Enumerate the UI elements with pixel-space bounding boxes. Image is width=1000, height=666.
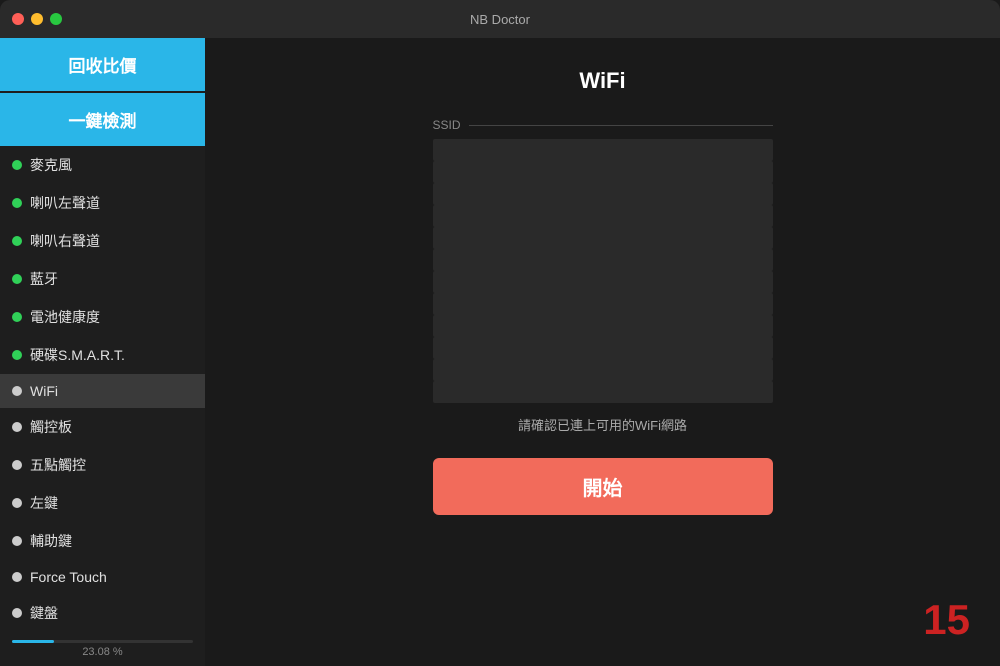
minimize-button[interactable] [31, 13, 43, 25]
status-dot [12, 236, 22, 246]
content-area: WiFi SSID 請確認已連上可用的WiFi網路 開始 15 [205, 38, 1000, 666]
recycle-price-button[interactable]: 回收比價 [0, 38, 205, 91]
sidebar-item-multitouch[interactable]: 五點觸控 [0, 446, 205, 484]
sidebar-item-label: 鍵盤 [30, 603, 58, 623]
sidebar-item-label: 喇叭左聲道 [30, 193, 100, 213]
sidebar-item-label: 麥克風 [30, 155, 72, 175]
sidebar-item-label: Force Touch [30, 569, 107, 585]
status-dot [12, 198, 22, 208]
sidebar-item-bluetooth[interactable]: 藍牙 [0, 260, 205, 298]
sidebar-item-label: 硬碟S.M.A.R.T. [30, 345, 125, 365]
wifi-rows [433, 139, 773, 403]
wifi-data-row [433, 161, 773, 183]
status-dot [12, 498, 22, 508]
page-title: WiFi [579, 68, 625, 94]
start-button[interactable]: 開始 [433, 458, 773, 515]
sidebar-item-label: 觸控板 [30, 417, 72, 437]
wifi-data-row [433, 381, 773, 403]
sidebar-item-label: 左鍵 [30, 493, 58, 513]
main-layout: 回收比價 一鍵檢測 麥克風喇叭左聲道喇叭右聲道藍牙電池健康度硬碟S.M.A.R.… [0, 38, 1000, 666]
sidebar-item-touchpad[interactable]: 觸控板 [0, 408, 205, 446]
wifi-table: SSID [433, 118, 773, 403]
status-dot [12, 386, 22, 396]
sidebar-item-speaker-left[interactable]: 喇叭左聲道 [0, 184, 205, 222]
wifi-data-row [433, 249, 773, 271]
sidebar: 回收比價 一鍵檢測 麥克風喇叭左聲道喇叭右聲道藍牙電池健康度硬碟S.M.A.R.… [0, 38, 205, 666]
status-dot [12, 350, 22, 360]
progress-bar-fill [12, 640, 54, 643]
ssid-row: SSID [433, 118, 773, 132]
wifi-data-row [433, 337, 773, 359]
wifi-data-row [433, 205, 773, 227]
progress-area: 23.08 % [0, 634, 205, 666]
sidebar-item-battery[interactable]: 電池健康度 [0, 298, 205, 336]
sidebar-item-assistkey[interactable]: 輔助鍵 [0, 522, 205, 560]
sidebar-item-label: 輔助鍵 [30, 531, 72, 551]
wifi-data-row [433, 227, 773, 249]
sidebar-item-label: 電池健康度 [30, 307, 100, 327]
maximize-button[interactable] [50, 13, 62, 25]
status-dot [12, 572, 22, 582]
status-dot [12, 422, 22, 432]
wifi-data-row [433, 359, 773, 381]
sidebar-item-label: 五點觸控 [30, 455, 86, 475]
status-dot [12, 536, 22, 546]
status-dot [12, 160, 22, 170]
ssid-label: SSID [433, 118, 461, 132]
sidebar-item-leftkey[interactable]: 左鍵 [0, 484, 205, 522]
status-dot [12, 608, 22, 618]
sidebar-item-mic[interactable]: 麥克風 [0, 146, 205, 184]
status-dot [12, 274, 22, 284]
wifi-data-row [433, 139, 773, 161]
sidebar-item-label: 藍牙 [30, 269, 58, 289]
sidebar-item-label: WiFi [30, 383, 58, 399]
sidebar-item-keyboard[interactable]: 鍵盤 [0, 594, 205, 632]
close-button[interactable] [12, 13, 24, 25]
wifi-data-row [433, 183, 773, 205]
progress-text: 23.08 % [12, 646, 193, 658]
status-dot [12, 312, 22, 322]
status-dot [12, 460, 22, 470]
one-key-check-button[interactable]: 一鍵檢測 [0, 93, 205, 146]
ssid-divider [469, 125, 773, 126]
wifi-data-row [433, 315, 773, 337]
sidebar-item-speaker-right[interactable]: 喇叭右聲道 [0, 222, 205, 260]
progress-bar-bg [12, 640, 193, 643]
sidebar-item-forcetouch[interactable]: Force Touch [0, 560, 205, 594]
sidebar-item-wifi[interactable]: WiFi [0, 374, 205, 408]
number-badge: 15 [923, 596, 970, 644]
sidebar-item-label: 喇叭右聲道 [30, 231, 100, 251]
window-title: NB Doctor [470, 12, 530, 27]
sidebar-list: 麥克風喇叭左聲道喇叭右聲道藍牙電池健康度硬碟S.M.A.R.T. WiFi 觸控板五… [0, 146, 205, 634]
traffic-lights [12, 13, 62, 25]
wifi-note: 請確認已連上可用的WiFi網路 [518, 415, 687, 434]
titlebar: NB Doctor [0, 0, 1000, 38]
wifi-data-row [433, 293, 773, 315]
sidebar-item-hdd[interactable]: 硬碟S.M.A.R.T. [0, 336, 205, 374]
wifi-data-row [433, 271, 773, 293]
